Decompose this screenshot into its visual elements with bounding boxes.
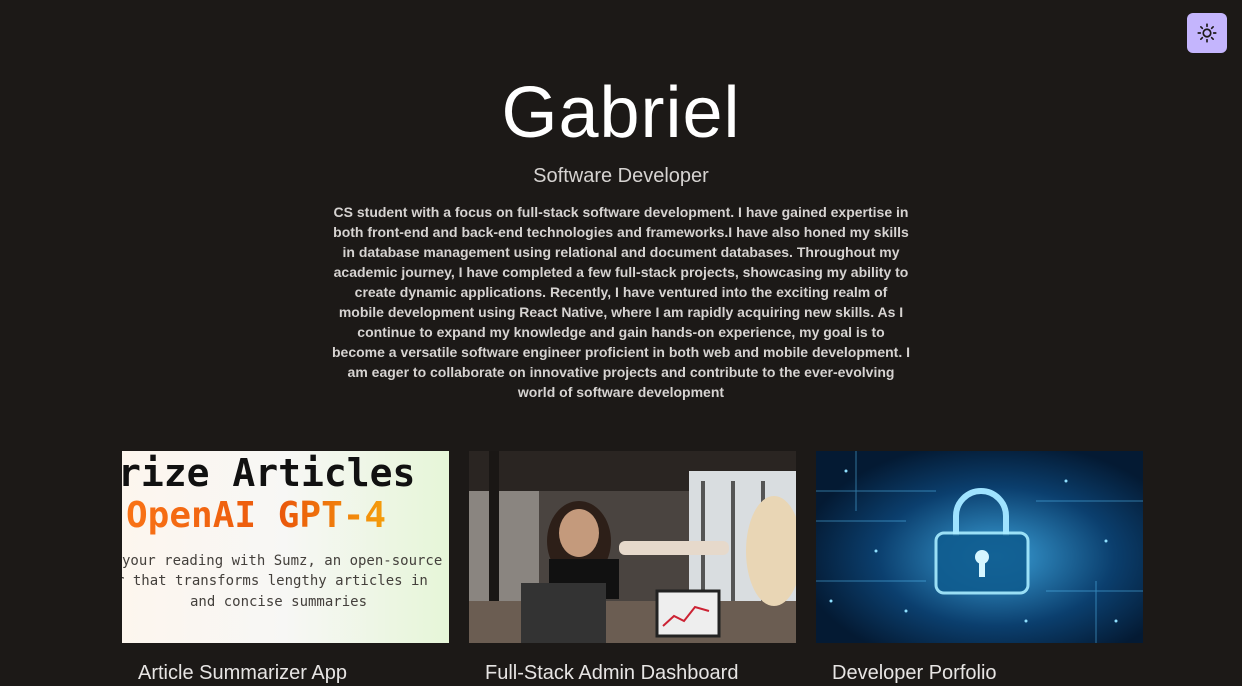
project-thumbnail[interactable] [469, 451, 796, 643]
sun-icon [1197, 23, 1217, 43]
job-title: Software Developer [533, 165, 709, 187]
page-title: Gabriel [501, 73, 741, 153]
bio-text: CS student with a focus on full-stack so… [331, 204, 911, 400]
thumbnail-text: OpenAI GPT-4 [126, 495, 387, 536]
office-photo-image [469, 451, 796, 643]
project-title[interactable]: Developer Porfolio [816, 661, 1143, 685]
project-card-admin-dashboard[interactable]: Full-Stack Admin Dashboard [469, 451, 796, 685]
project-title[interactable]: Article Summarizer App [122, 661, 449, 685]
thumbnail-text: rize Articles [122, 451, 416, 495]
project-title[interactable]: Full-Stack Admin Dashboard [469, 661, 796, 685]
thumbnail-text: and concise summaries [190, 594, 368, 610]
projects-grid: rize Articles OpenAI GPT-4 your reading … [122, 451, 1143, 685]
project-thumbnail[interactable] [816, 451, 1143, 643]
cyber-lock-image [816, 451, 1143, 643]
project-card-developer-portfolio[interactable]: Developer Porfolio [816, 451, 1143, 685]
hero-section: Gabriel Software Developer CS student wi… [0, 72, 1242, 402]
theme-toggle-button[interactable] [1187, 13, 1227, 53]
project-thumbnail[interactable]: rize Articles OpenAI GPT-4 your reading … [122, 451, 449, 643]
thumbnail-text: your reading with Sumz, an open-source [122, 553, 443, 569]
project-card-article-summarizer[interactable]: rize Articles OpenAI GPT-4 your reading … [122, 451, 449, 685]
thumbnail-text: r that transforms lengthy articles in [122, 573, 428, 589]
